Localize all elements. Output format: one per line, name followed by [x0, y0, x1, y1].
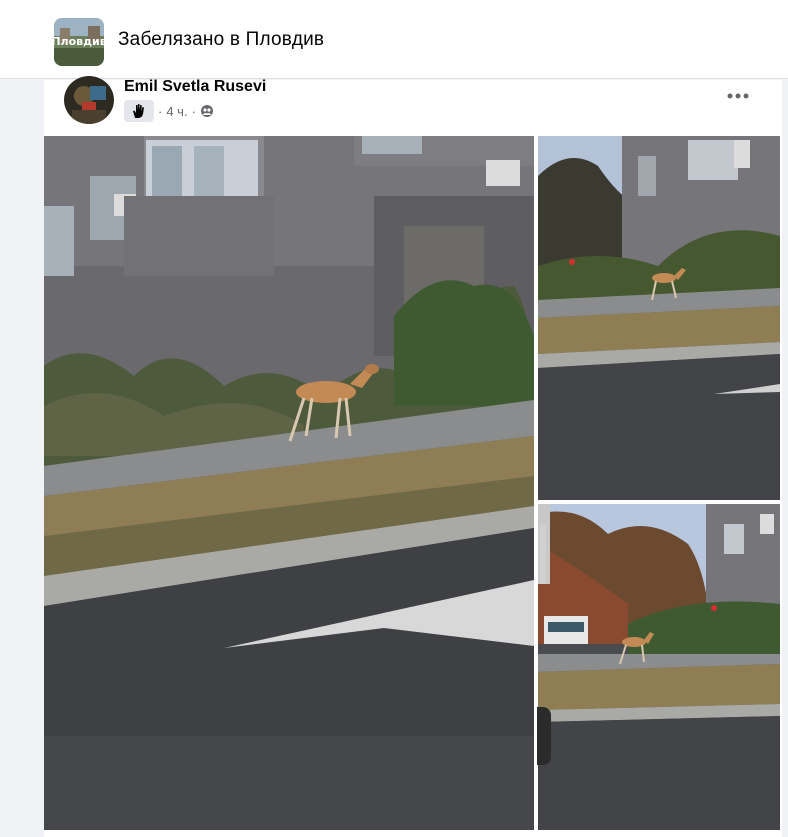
time-separator: ·: [158, 103, 163, 119]
time-separator: ·: [191, 103, 196, 119]
raised-hand-icon[interactable]: [124, 100, 154, 122]
author-avatar[interactable]: [64, 76, 114, 124]
post-photo-3[interactable]: [538, 504, 780, 830]
more-options-icon[interactable]: [724, 86, 752, 106]
post-meta: · 4 ч. ·: [124, 100, 214, 122]
group-name[interactable]: Забелязано в Пловдив: [118, 29, 324, 51]
feed-gutter: [0, 80, 44, 837]
post-time[interactable]: 4 ч.: [166, 104, 187, 119]
gallery-next-arrow[interactable]: [537, 707, 551, 765]
group-thumbnail[interactable]: Пловдив: [54, 18, 104, 66]
group-header: Пловдив Забелязано в Пловдив: [0, 0, 788, 79]
group-audience-icon: [200, 104, 214, 118]
group-thumb-text: Пловдив: [54, 35, 104, 48]
post-photo-2[interactable]: [538, 136, 780, 500]
post-photo-main[interactable]: [44, 136, 534, 830]
author-name[interactable]: Emil Svetla Rusevi: [124, 78, 266, 96]
